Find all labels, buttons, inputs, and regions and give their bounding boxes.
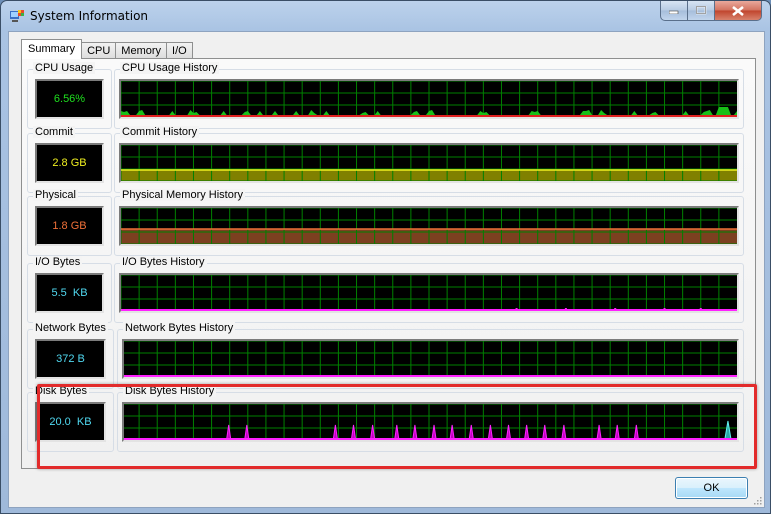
disk-spike	[614, 424, 620, 440]
commit-value-label: Commit	[33, 126, 75, 138]
io-history-graph	[119, 273, 739, 313]
title-bar[interactable]: System Information	[1, 1, 770, 31]
io-value-label: I/O Bytes	[33, 256, 83, 268]
disk-spike-peak	[724, 420, 732, 440]
commit-value: 2.8 GB	[52, 157, 87, 169]
network-history-group: Network Bytes History	[117, 322, 744, 389]
tab-memory[interactable]: Memory	[115, 42, 168, 59]
physical-value-label: Physical	[33, 189, 78, 201]
tab-strip: Summary CPU Memory I/O	[21, 39, 193, 59]
summary-tab-panel: CPU Usage 6.56% CPU Usage History Commit 2…	[21, 58, 756, 469]
io-history-label: I/O Bytes History	[120, 256, 207, 268]
io-history-group: I/O Bytes History	[114, 256, 744, 323]
physical-history-label: Physical Memory History	[120, 189, 246, 201]
physical-history-graph	[119, 206, 739, 246]
physical-value: 1.8 GB	[52, 220, 87, 232]
disk-history-label: Disk Bytes History	[123, 385, 217, 397]
disk-value-label: Disk Bytes	[33, 385, 89, 397]
commit-history-group: Commit History	[114, 126, 744, 193]
disk-spike	[332, 424, 338, 440]
disk-spike	[561, 424, 567, 440]
network-value-label: Network Bytes	[33, 322, 108, 334]
minimize-icon	[669, 10, 679, 14]
network-value-readout: 372 B	[35, 339, 106, 379]
caption-buttons	[660, 1, 762, 21]
close-icon	[732, 5, 744, 16]
physical-value-readout: 1.8 GB	[35, 206, 104, 246]
disk-spike	[370, 424, 376, 440]
disk-value-readout: 20.0 KB	[35, 402, 106, 442]
system-information-window: System Information Summary CPU Memory I/…	[0, 0, 771, 514]
cpu-history-label: CPU Usage History	[120, 62, 220, 74]
physical-history-group: Physical Memory History	[114, 189, 744, 256]
disk-spike	[596, 424, 602, 440]
cpu-history-group: CPU Usage History	[114, 62, 744, 129]
disk-spike	[487, 424, 493, 440]
io-value-readout: 5.5 KB	[35, 273, 104, 313]
commit-value-group: Commit 2.8 GB	[27, 126, 112, 193]
io-value-group: I/O Bytes 5.5 KB	[27, 256, 112, 323]
tab-io[interactable]: I/O	[166, 42, 193, 59]
cpu-value-label: CPU Usage	[33, 62, 96, 74]
ok-button[interactable]: OK	[675, 477, 748, 499]
disk-spike	[431, 424, 437, 440]
close-button[interactable]	[715, 1, 762, 21]
network-history-label: Network Bytes History	[123, 322, 236, 334]
io-value: 5.5 KB	[51, 287, 88, 299]
dialog-client-area: Summary CPU Memory I/O CPU Usage 6.56% CP…	[8, 31, 765, 508]
window-title: System Information	[30, 9, 149, 23]
resize-grip-icon[interactable]	[752, 495, 762, 505]
disk-spike	[412, 424, 418, 440]
commit-history-graph	[119, 143, 739, 183]
disk-value-group: Disk Bytes 20.0 KB	[27, 385, 114, 452]
physical-value-group: Physical 1.8 GB	[27, 189, 112, 256]
tab-summary[interactable]: Summary	[21, 39, 83, 59]
commit-history-label: Commit History	[120, 126, 200, 138]
cpu-history-graph	[119, 79, 739, 119]
disk-history-group: Disk Bytes History	[117, 385, 744, 452]
network-value: 372 B	[56, 353, 85, 365]
cpu-value: 6.56%	[53, 93, 86, 105]
cpu-value-readout: 6.56%	[35, 79, 104, 119]
maximize-button[interactable]	[688, 1, 715, 21]
disk-spike	[505, 424, 512, 440]
maximize-icon	[695, 6, 706, 15]
minimize-button[interactable]	[660, 1, 688, 21]
cpu-value-group: CPU Usage 6.56%	[27, 62, 112, 129]
disk-value: 20.0 KB	[49, 416, 92, 428]
system-information-icon	[10, 10, 24, 22]
disk-spike	[350, 424, 357, 440]
disk-spike	[449, 424, 455, 440]
network-value-group: Network Bytes 372 B	[27, 322, 114, 389]
network-history-graph	[122, 339, 739, 379]
disk-spike	[542, 424, 548, 440]
disk-spike	[394, 424, 400, 440]
disk-spike	[468, 424, 474, 440]
disk-spike	[633, 424, 639, 440]
disk-history-graph	[122, 402, 739, 442]
tab-cpu[interactable]: CPU	[81, 42, 117, 59]
disk-spike	[524, 424, 530, 440]
commit-value-readout: 2.8 GB	[35, 143, 104, 183]
